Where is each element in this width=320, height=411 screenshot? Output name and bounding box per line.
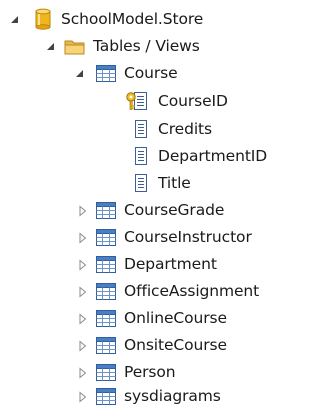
tree-node-column-courseid[interactable]: CourseID <box>0 88 285 115</box>
tree-node-courseinstructor[interactable]: CourseInstructor <box>0 224 285 251</box>
tree-node-label: sysdiagrams <box>124 387 221 405</box>
table-icon <box>96 388 116 405</box>
tree-node-sysdiagrams[interactable]: sysdiagrams <box>0 383 285 410</box>
column-icon <box>135 120 147 138</box>
tree-node-label: Course <box>124 64 178 82</box>
collapsed-arrow-icon[interactable] <box>77 391 89 403</box>
table-icon <box>96 256 116 273</box>
table-icon <box>96 337 116 354</box>
tree-node-label: CourseGrade <box>124 201 225 219</box>
column-icon <box>135 147 147 165</box>
tree-node-onsitecourse[interactable]: OnsiteCourse <box>0 332 285 359</box>
collapsed-arrow-icon[interactable] <box>77 313 89 325</box>
expanded-arrow-icon[interactable] <box>9 14 21 26</box>
tree-node-label: Person <box>124 363 176 381</box>
tree-node-label: CourseInstructor <box>124 228 252 246</box>
primary-key-column-icon <box>126 92 147 110</box>
tree-node-label: Department <box>124 255 217 273</box>
tree-node-label: Credits <box>158 120 212 138</box>
folder-icon <box>64 40 85 55</box>
expanded-arrow-icon[interactable] <box>45 41 57 53</box>
tree-node-column-credits[interactable]: Credits <box>0 116 285 143</box>
table-icon <box>96 310 116 327</box>
tree-node-column-departmentid[interactable]: DepartmentID <box>0 143 285 170</box>
tree-node-onlinecourse[interactable]: OnlineCourse <box>0 305 285 332</box>
tree-node-label: SchoolModel.Store <box>61 10 204 28</box>
tree-node-label: Title <box>158 174 191 192</box>
collapsed-arrow-icon[interactable] <box>77 340 89 352</box>
tree-node-column-title[interactable]: Title <box>0 170 285 197</box>
tree-node-person[interactable]: Person <box>0 359 285 386</box>
collapsed-arrow-icon[interactable] <box>77 205 89 217</box>
tree-node-department[interactable]: Department <box>0 251 285 278</box>
database-icon <box>35 8 51 30</box>
schema-tree-view: SchoolModel.Store Tables / Views Course <box>0 0 285 411</box>
table-icon <box>96 202 116 219</box>
table-icon <box>96 283 116 300</box>
collapsed-arrow-icon[interactable] <box>77 232 89 244</box>
table-icon <box>96 364 116 381</box>
tree-node-label: DepartmentID <box>158 147 268 165</box>
column-icon <box>135 174 147 192</box>
table-icon <box>96 65 116 82</box>
table-icon <box>96 229 116 246</box>
tree-node-label: CourseID <box>158 92 228 110</box>
tree-node-coursegrade[interactable]: CourseGrade <box>0 197 285 224</box>
tree-node-label: OfficeAssignment <box>124 282 260 300</box>
collapsed-arrow-icon[interactable] <box>77 286 89 298</box>
tree-node-label: OnsiteCourse <box>124 336 227 354</box>
tree-node-tables-views[interactable]: Tables / Views <box>0 33 285 60</box>
tree-node-label: Tables / Views <box>93 37 200 55</box>
collapsed-arrow-icon[interactable] <box>77 367 89 379</box>
tree-node-officeassignment[interactable]: OfficeAssignment <box>0 278 285 305</box>
expanded-arrow-icon[interactable] <box>74 68 86 80</box>
tree-node-label: OnlineCourse <box>124 309 227 327</box>
collapsed-arrow-icon[interactable] <box>77 259 89 271</box>
tree-node-course[interactable]: Course <box>0 60 285 87</box>
tree-node-schoolmodel-store[interactable]: SchoolModel.Store <box>0 6 285 33</box>
